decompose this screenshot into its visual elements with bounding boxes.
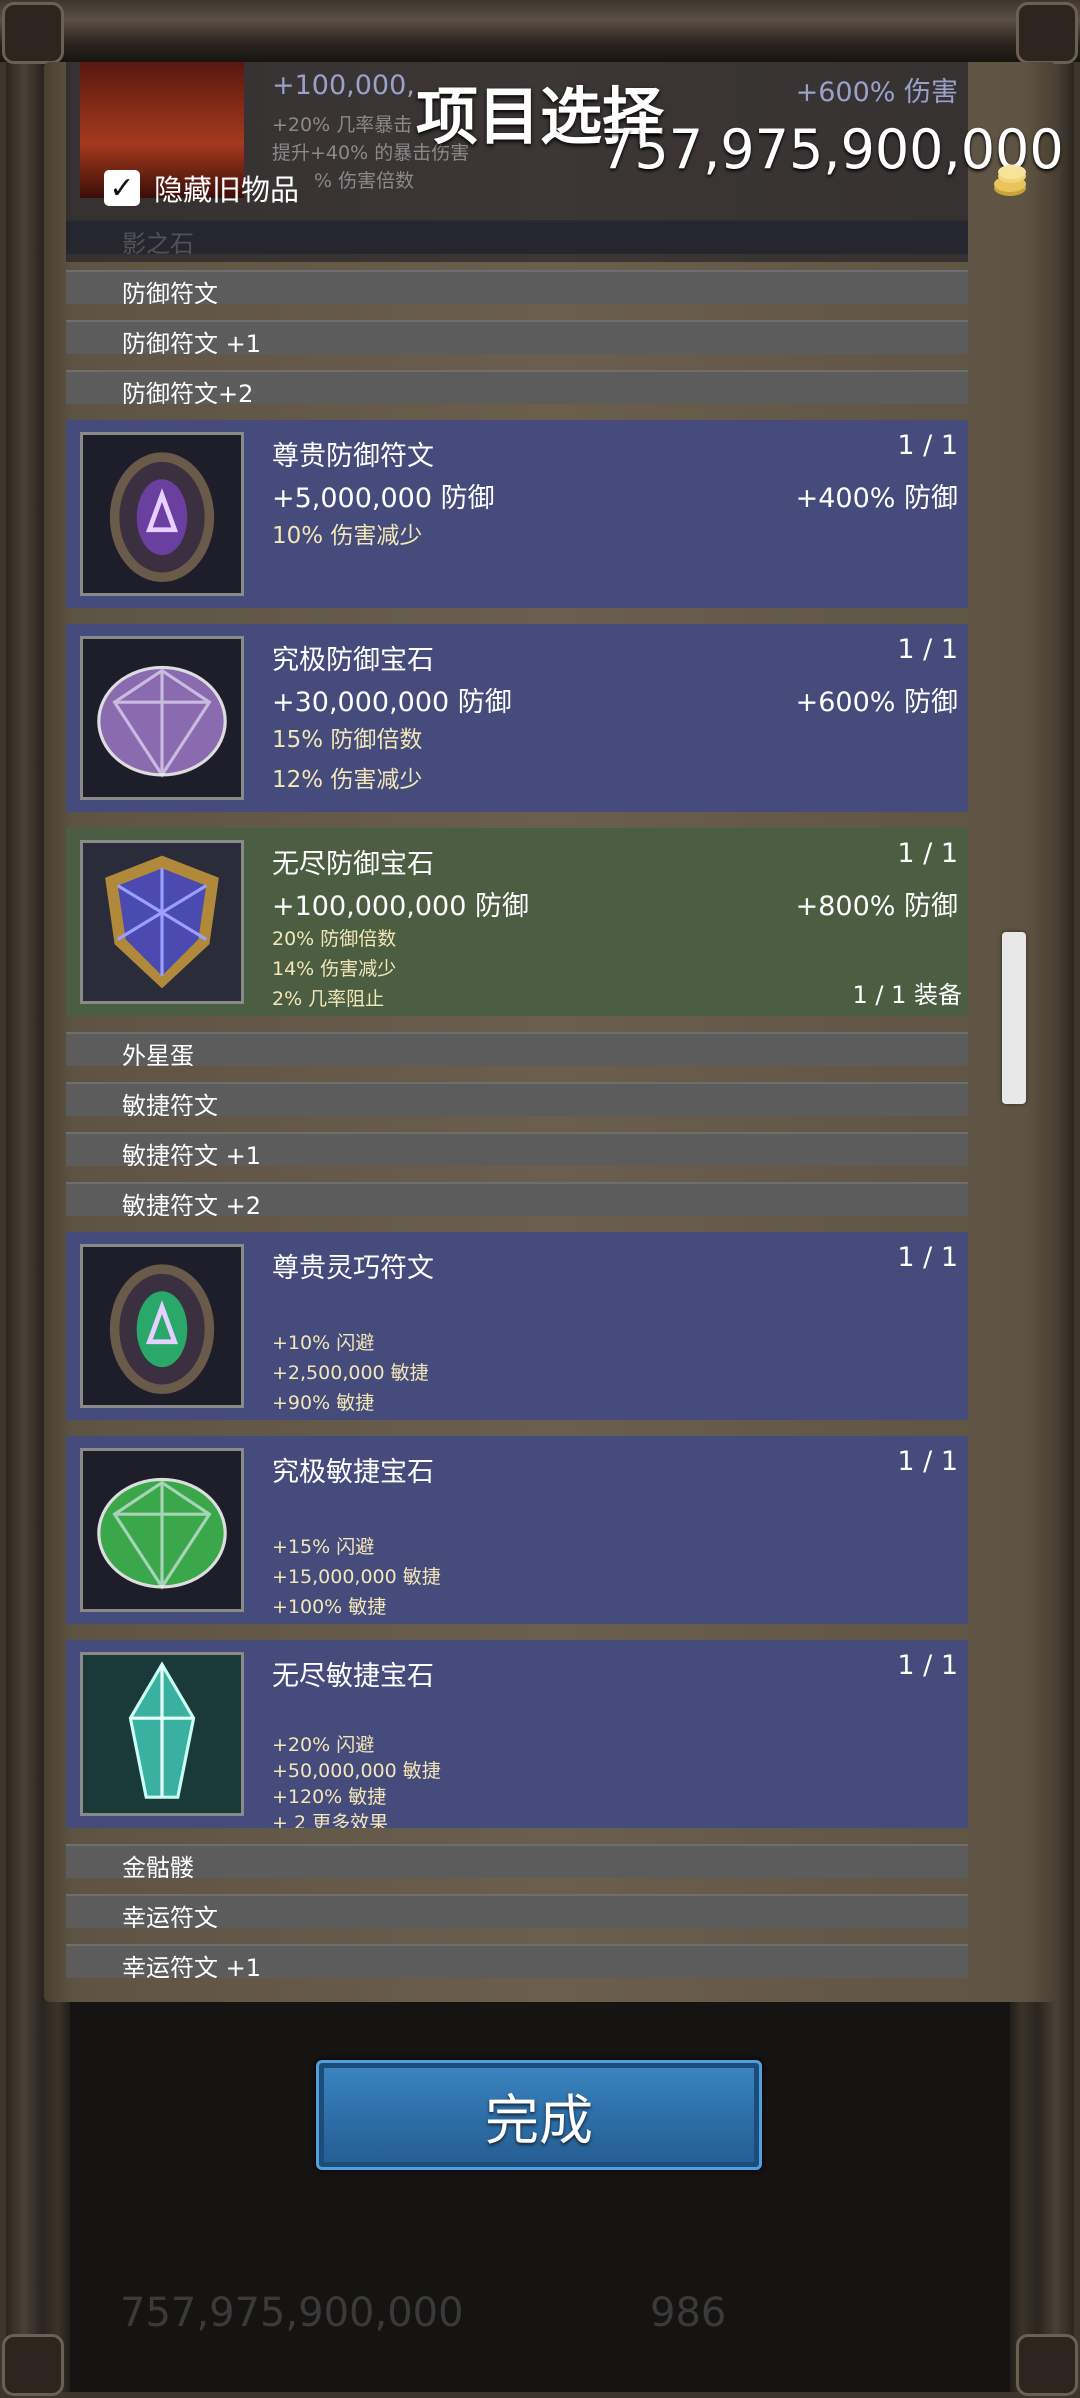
- item-count: 1 / 1: [897, 1242, 958, 1273]
- item-sub-stat: 14% 伤害减少: [272, 958, 397, 980]
- item-name: 防御符文: [122, 280, 218, 304]
- item-sub-stat: +120% 敏捷: [272, 1786, 387, 1808]
- item-thumbnail: [80, 840, 244, 1004]
- list-item[interactable]: 敏捷符文: [66, 1082, 968, 1116]
- list-item[interactable]: 防御符文+2: [66, 370, 968, 404]
- item-name: 究极敏捷宝石: [272, 1457, 434, 1488]
- item-sub-stat: 20% 防御倍数: [272, 928, 397, 950]
- item-card[interactable]: 无尽敏捷宝石 1 / 1 +20% 闪避 +50,000,000 敏捷 +120% 敏捷…: [66, 1640, 968, 1828]
- frame-corner-ornament: [2, 2334, 64, 2396]
- item-card[interactable]: 尊贵防御符文 1 / 1 +5,000,000 防御 +400% 防御 10% 伤害减少: [66, 420, 968, 608]
- list-item[interactable]: 幸运符文 +1: [66, 1944, 968, 1978]
- item-sub-stat: 10% 伤害减少: [272, 523, 423, 549]
- list-item[interactable]: 敏捷符文 +2: [66, 1182, 968, 1216]
- item-sub-stat: +90% 敏捷: [272, 1392, 375, 1414]
- item-sub-stat: +15% 闪避: [272, 1536, 375, 1558]
- frame-corner-ornament: [2, 2, 64, 64]
- item-thumbnail: [80, 432, 244, 596]
- item-thumbnail: [80, 636, 244, 800]
- checkbox[interactable]: ✓: [104, 170, 140, 206]
- item-main-stat: +100,000,000 防御: [272, 891, 529, 922]
- item-sub-stat: 15% 防御倍数: [272, 727, 423, 753]
- item-name: 幸运符文 +1: [122, 1954, 262, 1978]
- item-name: 幸运符文: [122, 1904, 218, 1928]
- item-count: 1 / 1: [897, 838, 958, 869]
- gold-coins-icon: [994, 165, 1026, 196]
- item-sub-stat: 12% 伤害减少: [272, 767, 423, 793]
- hide-old-items-toggle[interactable]: ✓ 隐藏旧物品: [104, 168, 299, 208]
- list-item[interactable]: 防御符文 +1: [66, 320, 968, 354]
- item-sub-stat: +20% 闪避: [272, 1734, 375, 1756]
- done-button[interactable]: 完成: [316, 2060, 762, 2170]
- background-value-ghost: 986: [650, 2290, 727, 2336]
- item-name: 外星蛋: [122, 1042, 194, 1066]
- item-percent-stat: +400% 防御: [795, 483, 958, 514]
- item-card[interactable]: 究极敏捷宝石 1 / 1 +15% 闪避 +15,000,000 敏捷 +100% 敏捷: [66, 1436, 968, 1624]
- item-main-stat: +5,000,000 防御: [272, 483, 495, 514]
- item-name: 尊贵防御符文: [272, 441, 434, 472]
- item-count: 1 / 1: [897, 430, 958, 461]
- list-item[interactable]: 敏捷符文 +1: [66, 1132, 968, 1166]
- green-gem-icon: [83, 1451, 241, 1609]
- hide-old-items-label: 隐藏旧物品: [154, 173, 300, 207]
- item-sub-stat: +100% 敏捷: [272, 1596, 387, 1618]
- item-name: 究极防御宝石: [272, 645, 434, 676]
- item-name: 敏捷符文 +1: [122, 1142, 262, 1166]
- item-name: 无尽防御宝石: [272, 849, 434, 880]
- list-item[interactable]: 外星蛋: [66, 1032, 968, 1066]
- item-name: 防御符文+2: [122, 380, 254, 404]
- item-thumbnail: [80, 1244, 244, 1408]
- item-card[interactable]: 尊贵灵巧符文 1 / 1 +10% 闪避 +2,500,000 敏捷 +90% 敏捷: [66, 1232, 968, 1420]
- cyan-crystal-icon: [83, 1655, 241, 1813]
- item-percent-stat: +800% 防御: [795, 891, 958, 922]
- gold-amount: 757,975,900,000: [600, 118, 1064, 181]
- crystal-shield-icon: [83, 843, 241, 1001]
- item-sub-stat: + 2 更多效果: [272, 1812, 389, 1828]
- list-item[interactable]: 幸运符文: [66, 1894, 968, 1928]
- purple-rune-icon: [83, 435, 241, 593]
- item-name: 防御符文 +1: [122, 330, 262, 354]
- green-rune-icon: [83, 1247, 241, 1405]
- item-count: 1 / 1: [897, 1650, 958, 1681]
- item-main-stat: +30,000,000 防御: [272, 687, 512, 718]
- item-sub-stat: +15,000,000 敏捷: [272, 1566, 441, 1588]
- equipped-label: 1 / 1 装备: [852, 981, 962, 1009]
- item-sub-stat: +2,500,000 敏捷: [272, 1362, 429, 1384]
- item-count: 1 / 1: [897, 634, 958, 665]
- item-name: 敏捷符文 +2: [122, 1192, 262, 1216]
- item-name: 敏捷符文: [122, 1092, 218, 1116]
- frame-top-border: [0, 0, 1080, 62]
- item-sub-stat: +50,000,000 敏捷: [272, 1760, 441, 1782]
- item-sub-stat: +10% 闪避: [272, 1332, 375, 1354]
- item-list[interactable]: 影之石防御符文防御符文 +1防御符文+2 尊贵防御符文1 / 1+5,000,0…: [66, 62, 968, 2002]
- frame-corner-ornament: [1016, 2334, 1078, 2396]
- item-name: 尊贵灵巧符文: [272, 1253, 434, 1284]
- item-percent-stat: +600% 防御: [795, 687, 958, 718]
- background-gold-ghost: 757,975,900,000: [120, 2290, 464, 2336]
- scrollbar-thumb[interactable]: [1002, 932, 1026, 1104]
- partial-item-sub-stat: % 伤害倍数: [314, 170, 415, 192]
- list-item[interactable]: 防御符文: [66, 270, 968, 304]
- purple-gem-icon: [83, 639, 241, 797]
- item-card[interactable]: 究极防御宝石 1 / 1 +30,000,000 防御 +600% 防御 15% 防御倍…: [66, 624, 968, 812]
- item-count: 1 / 1: [897, 1446, 958, 1477]
- item-name: 无尽敏捷宝石: [272, 1661, 434, 1692]
- list-item[interactable]: 金骷髅: [66, 1844, 968, 1878]
- frame-corner-ornament: [1016, 2, 1078, 64]
- item-thumbnail: [80, 1448, 244, 1612]
- item-name: 金骷髅: [122, 1854, 194, 1878]
- item-thumbnail: [80, 1652, 244, 1816]
- item-card[interactable]: 无尽防御宝石 1 / 1 +100,000,000 防御 +800% 防御 20% 防御…: [66, 828, 968, 1016]
- item-sub-stat: 2% 几率阻止: [272, 988, 385, 1010]
